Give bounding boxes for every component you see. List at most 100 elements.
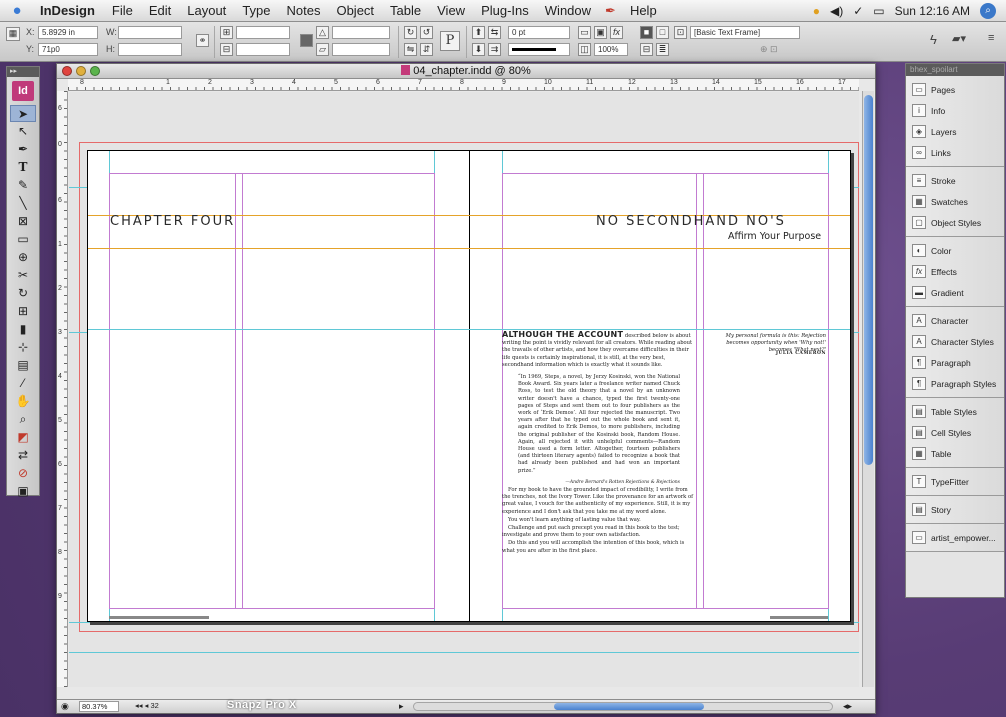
rotate-ccw-icon[interactable]: ↺ bbox=[420, 26, 433, 39]
constrain-proportions-icon[interactable]: ⚭ bbox=[196, 34, 209, 47]
line-tool-icon[interactable]: ╲ bbox=[10, 195, 36, 212]
rectangle-tool-icon[interactable]: ▭ bbox=[10, 231, 36, 248]
apply-none-icon[interactable]: ⊘ bbox=[10, 465, 36, 482]
panel-swatches[interactable]: ▦ Swatches bbox=[906, 191, 1004, 212]
menu-clock[interactable]: Sun 12:16 AM bbox=[895, 4, 970, 18]
panel-stroke[interactable]: ≡ Stroke bbox=[906, 170, 1004, 191]
panel-table-styles[interactable]: ▤ Table Styles bbox=[906, 401, 1004, 422]
panel-object-styles[interactable]: ▢ Object Styles bbox=[906, 212, 1004, 233]
scissors-tool-icon[interactable]: ✂ bbox=[10, 267, 36, 284]
zoom-level-field[interactable]: 80.37% bbox=[79, 701, 119, 712]
object-style-select[interactable]: [Basic Text Frame] bbox=[690, 26, 800, 39]
vertical-ruler[interactable]: 6 0 6 1 2 3 4 5 6 7 8 9 bbox=[57, 91, 68, 687]
gradient-tool-icon[interactable]: ▮ bbox=[10, 321, 36, 338]
panel-table[interactable]: ▦ Table bbox=[906, 443, 1004, 464]
fill-stroke-icon[interactable]: ◩ bbox=[10, 429, 36, 446]
fx-icon[interactable]: fx bbox=[610, 26, 623, 39]
menu-window[interactable]: Window bbox=[537, 3, 599, 18]
select-next-icon[interactable]: ⇉ bbox=[488, 43, 501, 56]
select-container-icon[interactable]: ⬆ bbox=[472, 26, 485, 39]
rotate-cw-icon[interactable]: ↻ bbox=[404, 26, 417, 39]
menu-help[interactable]: Help bbox=[622, 3, 665, 18]
panel-character[interactable]: A Character bbox=[906, 310, 1004, 331]
distribute-icon[interactable]: ≣ bbox=[656, 43, 669, 56]
align-icon[interactable]: ⊟ bbox=[640, 43, 653, 56]
width-field[interactable] bbox=[118, 26, 182, 39]
status-app-icon[interactable]: ● bbox=[813, 4, 820, 18]
display-icon[interactable]: ▭ bbox=[873, 4, 884, 18]
panel-info[interactable]: i Info bbox=[906, 100, 1004, 121]
menu-app-name[interactable]: InDesign bbox=[34, 3, 104, 18]
y-position-field[interactable]: 71p0 bbox=[38, 43, 98, 56]
horizontal-ruler[interactable]: 8 1 2 3 4 5 6 7 8 9 10 11 12 13 14 15 16… bbox=[68, 79, 859, 91]
vertical-scroll-thumb[interactable] bbox=[864, 95, 873, 465]
preview-toggle-icon[interactable]: ◉ bbox=[61, 701, 69, 712]
status-menu-icon[interactable]: ▸ bbox=[399, 701, 404, 712]
note-tool-icon[interactable]: ▤ bbox=[10, 357, 36, 374]
page-navigation[interactable]: ◂◂ ◂ 32 bbox=[135, 701, 177, 712]
menu-view[interactable]: View bbox=[429, 3, 473, 18]
pen-tool-icon[interactable]: ✒ bbox=[10, 141, 36, 158]
right-subhead[interactable]: Affirm Your Purpose bbox=[728, 231, 821, 242]
menu-object[interactable]: Object bbox=[328, 3, 382, 18]
menu-plugins[interactable]: Plug-Ins bbox=[473, 3, 537, 18]
scale-x-icon[interactable]: ⊞ bbox=[220, 26, 233, 39]
rectangle-frame-tool-icon[interactable]: ⊠ bbox=[10, 213, 36, 230]
menu-notes[interactable]: Notes bbox=[279, 3, 329, 18]
scroll-arrows-icon[interactable]: ◂▸ bbox=[843, 701, 852, 712]
menu-table[interactable]: Table bbox=[382, 3, 429, 18]
rotate-tool-icon[interactable]: ↻ bbox=[10, 285, 36, 302]
direct-selection-tool-icon[interactable]: ↖ bbox=[10, 123, 36, 140]
reference-point-icon[interactable]: ▦ bbox=[6, 27, 20, 41]
flip-horizontal-icon[interactable]: ⇋ bbox=[404, 43, 417, 56]
style-override-icon[interactable]: ⊕ ⊡ bbox=[760, 44, 778, 55]
selection-tool-icon[interactable]: ➤ bbox=[10, 105, 36, 122]
scale-y-field[interactable] bbox=[236, 43, 290, 56]
flip-vertical-icon[interactable]: ⇵ bbox=[420, 43, 433, 56]
zoom-window-icon[interactable] bbox=[90, 66, 100, 76]
object-style-icon[interactable]: ⊡ bbox=[674, 26, 687, 39]
height-field[interactable] bbox=[118, 43, 182, 56]
opacity-field[interactable]: 100% bbox=[594, 43, 628, 56]
menu-type[interactable]: Type bbox=[234, 3, 278, 18]
page-spread[interactable]: CHAPTER FOUR NO SECONDHAND NO'S Affirm Y… bbox=[87, 150, 851, 622]
scale-y-icon[interactable]: ⊟ bbox=[220, 43, 233, 56]
spotlight-icon[interactable]: ⌕ bbox=[980, 2, 996, 19]
text-wrap-icon[interactable]: ▭ bbox=[578, 26, 591, 39]
rotate-icon[interactable]: △ bbox=[316, 26, 329, 39]
select-content-icon[interactable]: ⬇ bbox=[472, 43, 485, 56]
menu-file[interactable]: File bbox=[104, 3, 141, 18]
panel-cell-styles[interactable]: ▤ Cell Styles bbox=[906, 422, 1004, 443]
stroke-type-select[interactable] bbox=[508, 43, 570, 56]
tools-panel-header[interactable]: ▸▸ bbox=[7, 67, 39, 77]
x-position-field[interactable]: 5.8929 in bbox=[38, 26, 98, 39]
pasteboard[interactable]: CHAPTER FOUR NO SECONDHAND NO'S Affirm Y… bbox=[69, 92, 859, 687]
document-title-bar[interactable]: 04_chapter.indd @ 80% bbox=[57, 64, 875, 79]
shear-icon[interactable]: ▱ bbox=[316, 43, 329, 56]
hand-tool-icon[interactable]: ✋ bbox=[10, 393, 36, 410]
scale-tool-icon[interactable]: ⊞ bbox=[10, 303, 36, 320]
fill-icon[interactable]: ■ bbox=[640, 26, 653, 39]
panel-paragraph-styles[interactable]: ¶ Paragraph Styles bbox=[906, 373, 1004, 394]
opacity-icon[interactable]: ◫ bbox=[578, 43, 591, 56]
menu-edit[interactable]: Edit bbox=[141, 3, 179, 18]
select-previous-icon[interactable]: ⇆ bbox=[488, 26, 501, 39]
panel-layers[interactable]: ◈ Layers bbox=[906, 121, 1004, 142]
panel-menu-icon[interactable]: ≡ bbox=[988, 32, 994, 44]
panel-story[interactable]: ▤ Story bbox=[906, 499, 1004, 520]
panel-pages[interactable]: ▭ Pages bbox=[906, 79, 1004, 100]
main-text-frame[interactable]: ALTHOUGH THE ACCOUNT described below is … bbox=[502, 331, 696, 609]
rotation-field[interactable] bbox=[332, 26, 390, 39]
panel-paragraph[interactable]: ¶ Paragraph bbox=[906, 352, 1004, 373]
right-chapter-heading[interactable]: NO SECONDHAND NO'S bbox=[596, 214, 786, 229]
pencil-tool-icon[interactable]: ✎ bbox=[10, 177, 36, 194]
panel-character-styles[interactable]: A Character Styles bbox=[906, 331, 1004, 352]
stroke-weight-field[interactable]: 0 pt bbox=[508, 26, 570, 39]
lightning-icon[interactable]: ϟ bbox=[930, 32, 937, 47]
horizontal-scroll-thumb[interactable] bbox=[554, 703, 704, 710]
left-chapter-heading[interactable]: CHAPTER FOUR bbox=[110, 214, 235, 229]
type-tool-icon[interactable]: T bbox=[10, 159, 36, 176]
button-tool-icon[interactable]: ⊕ bbox=[10, 249, 36, 266]
panel-typefitter[interactable]: T TypeFitter bbox=[906, 471, 1004, 492]
constrain-scale-icon[interactable] bbox=[300, 34, 313, 47]
